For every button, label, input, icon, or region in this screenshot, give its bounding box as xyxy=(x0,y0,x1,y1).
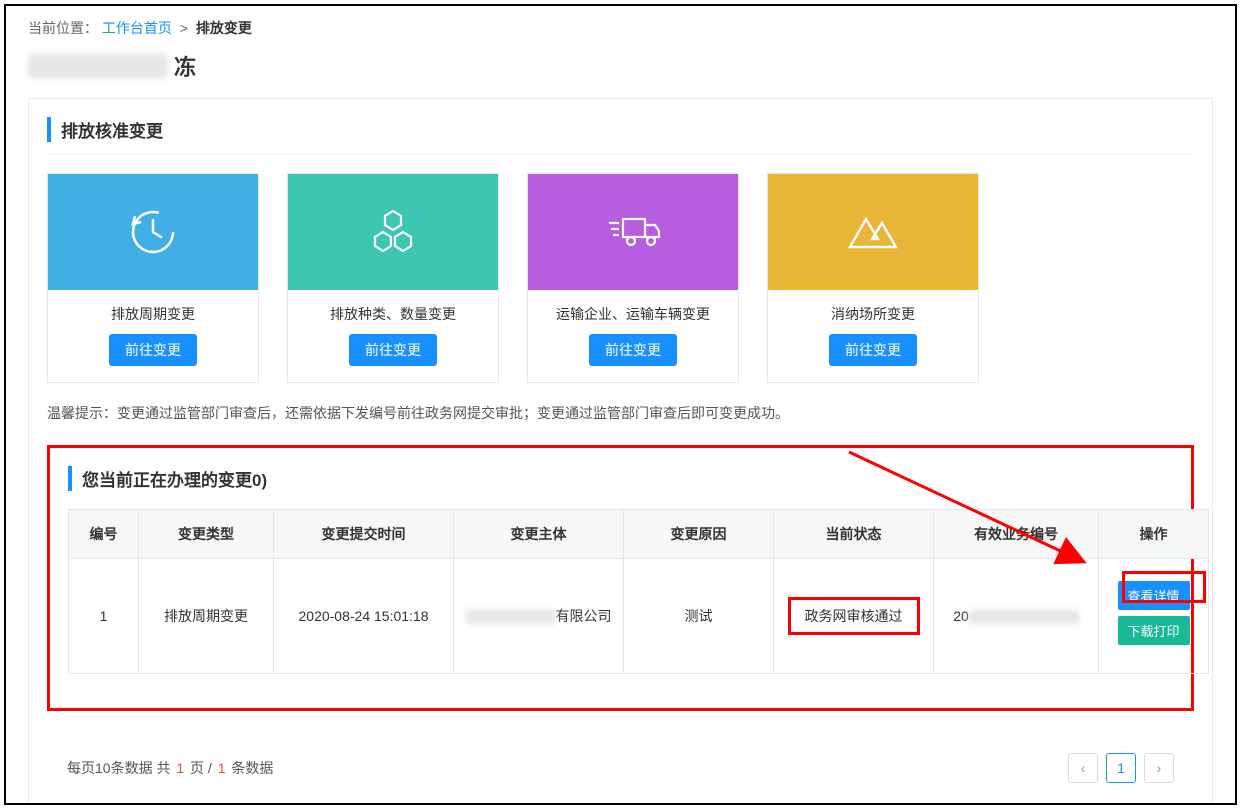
mountain-icon xyxy=(768,174,978,290)
cell-status: 政务网审核通过 xyxy=(774,559,934,674)
pager-prev-button[interactable]: ‹ xyxy=(1068,753,1098,783)
pagination-summary: 每页10条数据 共 1 页 / 1 条数据 xyxy=(67,758,273,778)
divider xyxy=(47,154,1194,155)
total-pages: 1 xyxy=(176,760,184,776)
hex-cluster-icon xyxy=(288,174,498,290)
pager-next-button[interactable]: › xyxy=(1144,753,1174,783)
col-type: 变更类型 xyxy=(139,510,274,559)
download-print-button[interactable]: 下载打印 xyxy=(1118,616,1190,645)
col-status: 当前状态 xyxy=(774,510,934,559)
section-approval-title: 排放核准变更 xyxy=(47,117,1194,142)
card-disposal-site-change: 消纳场所变更 前往变更 xyxy=(767,173,979,383)
cell-reason: 测试 xyxy=(624,559,774,674)
table-row: 1 排放周期变更 2020-08-24 15:01:18 有限公司 测试 政务网… xyxy=(69,559,1209,674)
redacted-text xyxy=(969,610,1079,624)
clock-icon xyxy=(48,174,258,290)
truck-icon xyxy=(528,174,738,290)
cell-time: 2020-08-24 15:01:18 xyxy=(274,559,454,674)
table-header-row: 编号 变更类型 变更提交时间 变更主体 变更原因 当前状态 有效业务编号 操作 xyxy=(69,510,1209,559)
cell-bizno: 20 xyxy=(934,559,1099,674)
page-title: 冻 xyxy=(6,44,1235,98)
col-id: 编号 xyxy=(69,510,139,559)
cell-bizno-prefix: 20 xyxy=(953,608,969,624)
goto-change-button[interactable]: 前往变更 xyxy=(109,334,197,366)
cell-type: 排放周期变更 xyxy=(139,559,274,674)
view-detail-button[interactable]: 查看详情 xyxy=(1118,581,1190,610)
card-row: 排放周期变更 前往变更 排放种类、数量变更 前往变更 xyxy=(47,173,1194,383)
col-reason: 变更原因 xyxy=(624,510,774,559)
pagination-row: 每页10条数据 共 1 页 / 1 条数据 ‹ 1 › xyxy=(57,733,1184,783)
cell-subject: 有限公司 xyxy=(454,559,624,674)
goto-change-button[interactable]: 前往变更 xyxy=(589,334,677,366)
col-ops: 操作 xyxy=(1099,510,1209,559)
pending-changes-section: 您当前正在办理的变更0) 编号 变更类型 变更提交时间 变更主体 变更原因 当前… xyxy=(47,445,1194,711)
page-frame: 当前位置： 工作台首页 > 排放变更 冻 排放核准变更 排放周期变更 前往变更 xyxy=(4,4,1237,805)
col-subject: 变更主体 xyxy=(454,510,624,559)
card-label: 运输企业、运输车辆变更 xyxy=(552,290,714,334)
redacted-text xyxy=(28,54,168,78)
col-bizno: 有效业务编号 xyxy=(934,510,1099,559)
goto-change-button[interactable]: 前往变更 xyxy=(829,334,917,366)
breadcrumb-label: 当前位置： xyxy=(28,20,98,36)
card-label: 消纳场所变更 xyxy=(827,290,919,334)
total-records: 1 xyxy=(218,760,226,776)
card-label: 排放周期变更 xyxy=(107,290,199,334)
status-highlight-box: 政务网审核通过 xyxy=(788,597,920,635)
pager: ‹ 1 › xyxy=(1068,753,1174,783)
pager-page-1-button[interactable]: 1 xyxy=(1106,753,1136,783)
page-title-suffix: 冻 xyxy=(174,50,196,82)
col-time: 变更提交时间 xyxy=(274,510,454,559)
tip-text: 温馨提示：变更通过监管部门审查后，还需依据下发编号前往政务网提交审批；变更通过监… xyxy=(47,403,1194,423)
breadcrumb: 当前位置： 工作台首页 > 排放变更 xyxy=(6,6,1235,44)
cell-id: 1 xyxy=(69,559,139,674)
tip-label: 温馨提示： xyxy=(47,405,117,421)
card-type-qty-change: 排放种类、数量变更 前往变更 xyxy=(287,173,499,383)
pending-changes-table: 编号 变更类型 变更提交时间 变更主体 变更原因 当前状态 有效业务编号 操作 … xyxy=(68,509,1209,674)
tip-body: 变更通过监管部门审查后，还需依据下发编号前往政务网提交审批；变更通过监管部门审查… xyxy=(117,405,789,421)
card-label: 排放种类、数量变更 xyxy=(326,290,460,334)
cell-subject-suffix: 有限公司 xyxy=(556,608,612,624)
redacted-text xyxy=(466,610,556,624)
breadcrumb-home-link[interactable]: 工作台首页 xyxy=(102,20,172,36)
breadcrumb-sep: > xyxy=(180,20,188,36)
content-panel: 排放核准变更 排放周期变更 前往变更 xyxy=(28,98,1213,805)
cell-ops: 查看详情 下载打印 xyxy=(1099,559,1209,674)
section-pending-title: 您当前正在办理的变更0) xyxy=(68,466,1173,491)
card-transport-change: 运输企业、运输车辆变更 前往变更 xyxy=(527,173,739,383)
card-cycle-change: 排放周期变更 前往变更 xyxy=(47,173,259,383)
breadcrumb-current: 排放变更 xyxy=(196,20,252,36)
goto-change-button[interactable]: 前往变更 xyxy=(349,334,437,366)
